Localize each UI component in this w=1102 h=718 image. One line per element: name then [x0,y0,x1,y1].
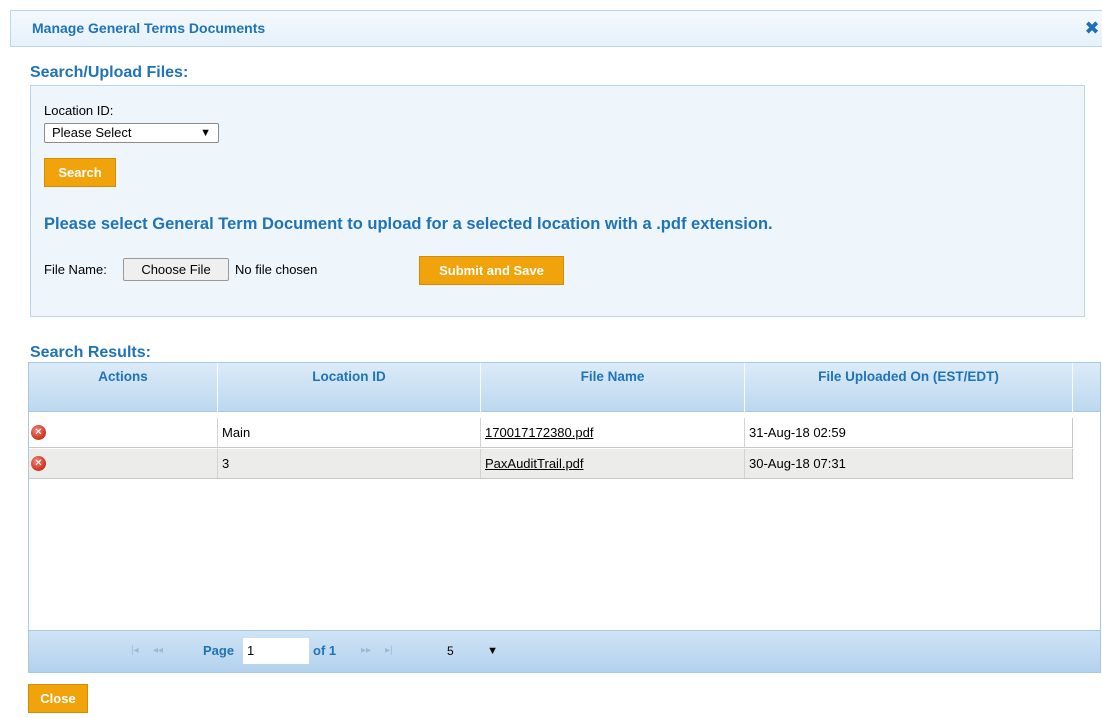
search-button[interactable]: Search [44,158,116,187]
results-grid: Actions Location ID File Name File Uploa… [28,362,1101,673]
delete-icon[interactable]: ✕ [31,425,46,440]
page-size-select[interactable]: 5 ▼ [440,639,500,663]
search-results-heading: Search Results: [30,344,151,361]
next-page-icon[interactable]: ▸▸ [361,645,371,656]
file-link[interactable]: 170017172380.pdf [485,425,593,440]
file-name-cell: 170017172380.pdf [481,418,745,447]
actions-cell: ✕ [29,449,218,478]
location-id-cell: Main [218,418,481,447]
search-upload-panel: Location ID: Please Select ▼ Search Plea… [30,85,1085,317]
prev-page-icon[interactable]: ◂◂ [153,645,163,656]
first-page-icon[interactable]: |◂ [131,645,139,656]
dialog-title: Manage General Terms Documents [32,20,266,36]
location-id-cell: 3 [218,449,481,478]
column-header-uploaded-on[interactable]: File Uploaded On (EST/EDT) [745,363,1073,412]
choose-file-button[interactable]: Choose File [123,258,229,281]
uploaded-on-cell: 30-Aug-18 07:31 [749,456,846,471]
file-link[interactable]: PaxAuditTrail.pdf [485,456,584,471]
location-id-select[interactable]: Please Select ▼ [44,123,219,143]
close-button[interactable]: Close [28,684,88,713]
upload-instructions: Please select General Term Document to u… [44,215,773,233]
file-name-cell: PaxAuditTrail.pdf [481,449,745,478]
pager-bar: |◂ ◂◂ Page 1 of 1 ▸▸ ▸| 5 ▼ [29,630,1100,672]
table-row: ✕ 3 PaxAuditTrail.pdf 30-Aug-18 07:31 [29,449,1073,479]
uploaded-on-cell: 31-Aug-18 02:59 [749,425,846,440]
column-header-file-name[interactable]: File Name [481,363,745,412]
page-size-value: 5 [447,644,454,658]
location-id-label: Location ID: [44,103,114,118]
dropdown-arrow-icon: ▼ [487,645,498,657]
location-id-selected-value: Please Select [52,125,132,140]
file-name-label: File Name: [44,262,107,277]
of-pages-label: of 1 [313,643,337,658]
dropdown-arrow-icon: ▼ [200,127,211,139]
page-number-input[interactable]: 1 [243,638,309,664]
submit-and-save-button[interactable]: Submit and Save [419,256,564,285]
table-row: ✕ Main 170017172380.pdf 31-Aug-18 02:59 [29,418,1073,448]
delete-icon[interactable]: ✕ [31,456,46,471]
grid-header: Actions Location ID File Name File Uploa… [29,363,1100,412]
close-x-icon[interactable]: ✖ [1084,19,1100,37]
no-file-chosen-text: No file chosen [235,262,318,277]
column-header-actions[interactable]: Actions [29,363,218,412]
last-page-icon[interactable]: ▸| [385,645,393,656]
column-header-location-id[interactable]: Location ID [218,363,481,412]
search-upload-heading: Search/Upload Files: [30,64,189,81]
dialog-title-bar: Manage General Terms Documents ✖ [10,10,1102,47]
actions-cell: ✕ [29,418,218,447]
page-label: Page [203,643,235,658]
